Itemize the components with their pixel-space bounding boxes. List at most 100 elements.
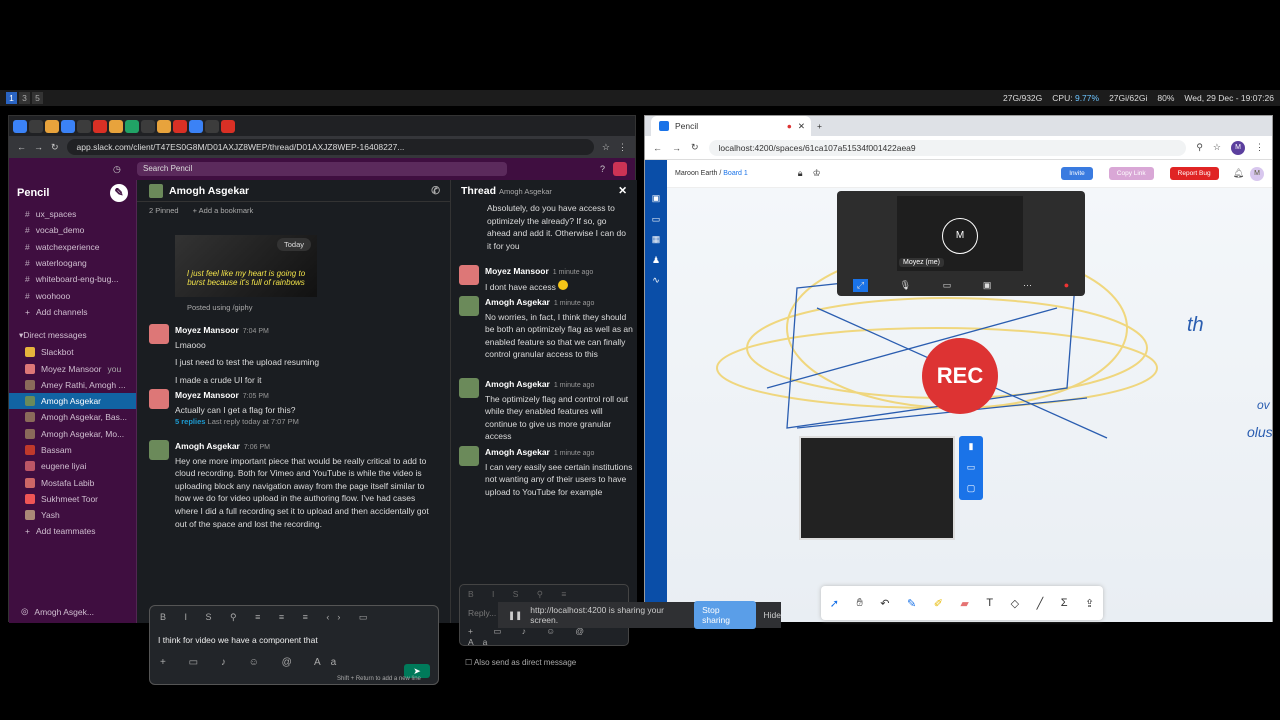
shapes-tool-icon[interactable]: ◇ [1011, 597, 1019, 610]
copy-link-button[interactable]: Copy Link [1101, 166, 1162, 182]
undo-icon[interactable]: ↶ [880, 597, 889, 610]
tab[interactable] [125, 119, 139, 133]
tab[interactable] [93, 119, 107, 133]
sidebar-item-channel[interactable]: # woohooo [9, 287, 136, 303]
tab[interactable] [157, 119, 171, 133]
composer-input[interactable]: I think for video we have a component th… [150, 629, 438, 651]
new-tab-icon[interactable]: + [817, 121, 822, 131]
math-tool-icon[interactable]: Σ [1061, 597, 1068, 609]
compose-icon[interactable]: ✎ [110, 184, 128, 202]
forward-icon[interactable]: → [672, 143, 681, 153]
also-send-checkbox[interactable]: ☐ Also send as direct message [465, 658, 576, 667]
sidebar-item-dm[interactable]: Yash [9, 507, 136, 523]
pen-tool-icon[interactable]: ✎ [907, 597, 916, 610]
tab[interactable] [221, 119, 235, 133]
rec-badge[interactable]: REC [922, 338, 998, 414]
message-time[interactable]: 1 minute ago [554, 382, 594, 389]
sidebar-item-channel[interactable]: # whiteboard-eng-bug... [9, 271, 136, 287]
message-composer[interactable]: B I S ⚲ ≡ ≡ ≡ ‹› ▭ I think for video we … [149, 605, 439, 685]
sidebar-item-dm[interactable]: Amey Rathi, Amogh ... [9, 377, 136, 393]
history-icon[interactable]: ◷ [113, 164, 121, 175]
sidebar-item-dm-selected[interactable]: Amogh Asgekar [9, 392, 136, 410]
dm-section-header[interactable]: ▾ Direct messages [9, 326, 136, 344]
sender-name[interactable]: Amogh Asgekar [485, 297, 550, 307]
lock-icon[interactable]: 🔒︎ [798, 168, 803, 179]
expand-icon[interactable]: ⤢ [852, 278, 869, 292]
sidebar-item-channel[interactable]: # ux_spaces [9, 206, 136, 222]
sender-name[interactable]: Amogh Asgekar [485, 379, 550, 389]
composer-actions[interactable]: + ▭ ♪ ☺ @ Aa [150, 651, 438, 674]
call-controls[interactable]: ⤢ 🎙︎ ▭ ▣ ⋯ ● [837, 275, 1085, 295]
sidebar-item-dm[interactable]: Bassam [9, 442, 136, 458]
text-tool-icon[interactable]: T [986, 597, 993, 609]
chat-title[interactable]: Amogh Asgekar [169, 185, 249, 197]
sidebar-item-dm[interactable]: eugene liyai [9, 458, 136, 474]
screen-share-preview[interactable] [799, 436, 955, 540]
tab-slack[interactable] [13, 119, 27, 133]
tab[interactable] [45, 119, 59, 133]
eraser-tool-icon[interactable]: ▰ [960, 597, 968, 610]
address-bar[interactable]: localhost:4200/spaces/61ca107a51534f0014… [708, 139, 1187, 156]
sender-name[interactable]: Moyez Mansoor [175, 325, 239, 335]
more-icon[interactable]: ⋯ [1023, 280, 1032, 291]
user-avatar[interactable]: M [1250, 166, 1264, 181]
format-toolbar[interactable]: B I S ⚲ ≡ ≡ ≡ ‹› ▭ [150, 606, 438, 629]
tab[interactable] [189, 119, 203, 133]
profile-avatar[interactable] [613, 162, 627, 176]
address-bar[interactable]: app.slack.com/client/T47ES0G8M/D01AXJZ8W… [66, 139, 594, 155]
tab[interactable] [109, 119, 123, 133]
tab[interactable] [77, 119, 91, 133]
report-bug-button[interactable]: Report Bug [1162, 166, 1227, 182]
star-icon[interactable]: ☆ [1213, 142, 1221, 153]
sender-name[interactable]: Moyez Mansoor [485, 266, 549, 276]
sidebar-item-dm[interactable]: Sukhmeet Toor [9, 491, 136, 507]
upload-tool-icon[interactable]: ⇪ [1085, 597, 1094, 610]
hand-tool-icon[interactable]: ✋︎ [856, 597, 862, 610]
date-divider[interactable]: Today [277, 238, 312, 251]
highlighter-tool-icon[interactable]: ✐ [934, 597, 943, 610]
message-time[interactable]: 7:05 PM [243, 393, 269, 400]
user-status[interactable]: ◎ Amogh Asgek... [21, 606, 94, 617]
sidebar-item-dm[interactable]: Moyez Mansoor you [9, 360, 136, 376]
breadcrumb[interactable]: Maroon Earth / Board 1 [675, 170, 748, 177]
menu-icon[interactable]: ⋮ [618, 142, 627, 153]
message-time[interactable]: 1 minute ago [554, 300, 594, 307]
preview-controls[interactable]: ▮ ▭ ▢ [959, 436, 983, 500]
tab[interactable] [29, 119, 43, 133]
star-icon[interactable]: ☆ [602, 142, 610, 153]
menu-icon[interactable]: ⋮ [1255, 142, 1264, 153]
left-nav-icons[interactable]: ▣ ▭ ▦ ♟ ∿ [645, 160, 667, 291]
add-bookmark-button[interactable]: + Add a bookmark [193, 206, 254, 215]
zoom-icon[interactable]: ⚲ [1196, 142, 1203, 153]
workspace-switcher[interactable]: 1 3 5 [6, 92, 43, 104]
reload-icon[interactable]: ↻ [691, 142, 699, 153]
tab-pencil[interactable]: Pencil ● ✕ [651, 116, 811, 136]
record-icon[interactable]: ● [1064, 280, 1069, 290]
workspace-header[interactable]: Pencil ✎ [9, 180, 136, 206]
message-time[interactable]: 1 minute ago [554, 450, 594, 457]
space-name[interactable]: Maroon Earth [675, 170, 717, 177]
reload-icon[interactable]: ↻ [51, 142, 59, 153]
chat-header[interactable]: Amogh Asgekar ✆ [137, 180, 450, 202]
add-teammates-button[interactable]: + Add teammates [9, 523, 136, 539]
message-time[interactable]: 1 minute ago [553, 269, 593, 276]
screen-share-icon[interactable]: ▣ [983, 280, 992, 291]
sender-name[interactable]: Amogh Asgekar [485, 447, 550, 457]
pinned-button[interactable]: 2 Pinned [149, 206, 179, 215]
back-icon[interactable]: ← [17, 142, 26, 152]
sidebar-item-dm[interactable]: Slackbot [9, 344, 136, 360]
workspace-1[interactable]: 1 [6, 92, 17, 104]
hide-button[interactable]: Hide [764, 610, 781, 620]
sidebar-item-dm[interactable]: Amogh Asgekar, Mo... [9, 426, 136, 442]
sidebar-item-channel[interactable]: # waterloogang [9, 255, 136, 271]
stop-sharing-button[interactable]: Stop sharing [694, 601, 756, 629]
profile-avatar[interactable]: M [1231, 140, 1245, 155]
workspace-5[interactable]: 5 [32, 92, 43, 104]
message-time[interactable]: 7:04 PM [243, 328, 269, 335]
workspace-3[interactable]: 3 [19, 92, 30, 104]
sidebar-item-channel[interactable]: # watchexperience [9, 239, 136, 255]
tab[interactable] [141, 119, 155, 133]
line-tool-icon[interactable]: ╱ [1037, 597, 1044, 610]
board-name[interactable]: Board 1 [723, 170, 748, 177]
forward-icon[interactable]: → [34, 142, 43, 152]
